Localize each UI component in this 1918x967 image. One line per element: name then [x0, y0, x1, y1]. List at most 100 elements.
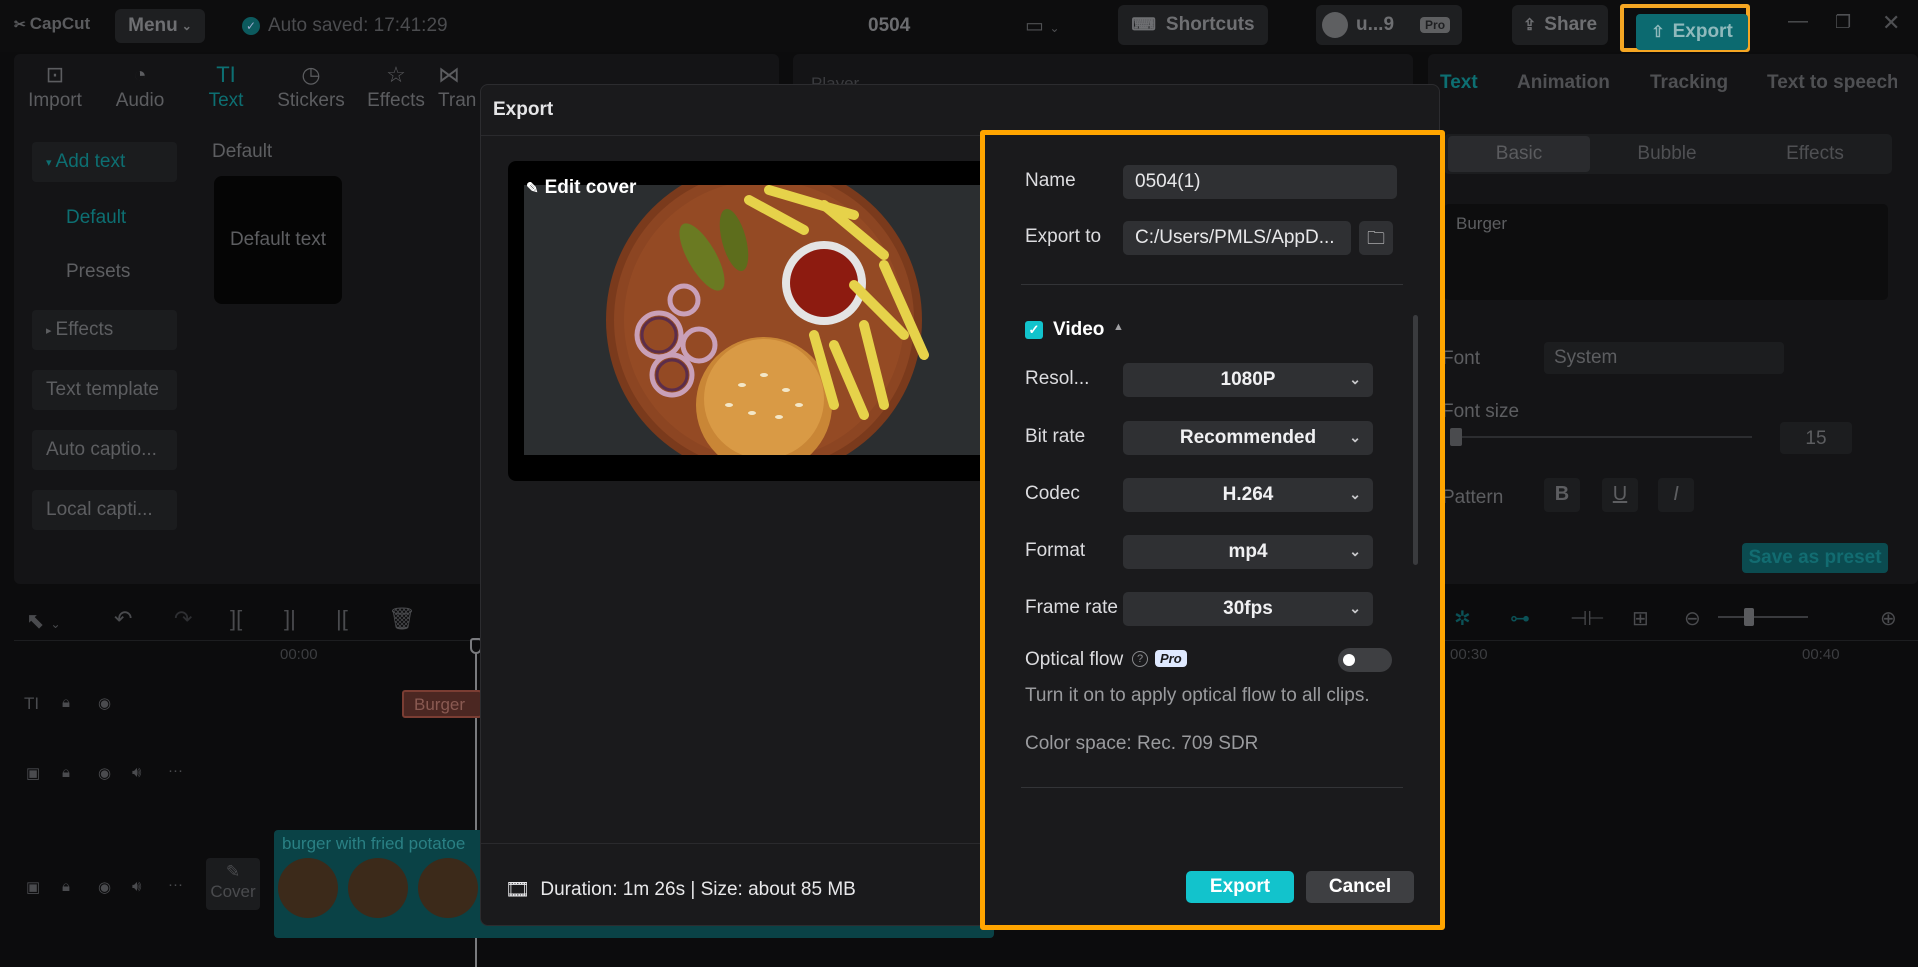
- format-label: Format: [1025, 540, 1086, 561]
- codec-select[interactable]: H.264 ⌄: [1123, 478, 1373, 512]
- tab-text[interactable]: TI Text: [186, 60, 266, 112]
- italic-icon[interactable]: I: [1658, 478, 1694, 512]
- color-space-info: Color space: Rec. 709 SDR: [1025, 733, 1259, 754]
- close-icon[interactable]: ✕: [1882, 10, 1900, 36]
- time-marker-30: 00:30: [1450, 646, 1488, 663]
- zoom-slider[interactable]: [1718, 616, 1808, 618]
- folder-icon[interactable]: 🗀: [1359, 221, 1393, 255]
- sidebar-item-effects[interactable]: ▸ Effects: [32, 310, 177, 350]
- help-icon[interactable]: ?: [1132, 651, 1148, 667]
- keyboard-icon: ⌨: [1131, 15, 1156, 34]
- export-button[interactable]: Export: [1186, 871, 1294, 903]
- split-right-icon[interactable]: |[: [336, 606, 348, 632]
- capcut-logo-icon: ✂: [14, 15, 26, 32]
- default-text-card[interactable]: Default text: [214, 176, 342, 304]
- video-checkbox[interactable]: ✓: [1025, 321, 1043, 339]
- font-size-slider-handle[interactable]: [1450, 428, 1462, 446]
- subtab-bubble[interactable]: Bubble: [1596, 136, 1738, 172]
- cover-button[interactable]: ✎ Cover: [206, 858, 260, 910]
- sidebar-item-text-template[interactable]: Text template: [32, 370, 177, 410]
- redo-icon[interactable]: ↷: [174, 606, 192, 632]
- zoom-in-icon[interactable]: ⊕: [1880, 606, 1897, 631]
- tab-animation[interactable]: Animation: [1517, 72, 1610, 94]
- link-icon[interactable]: ⊶: [1510, 606, 1530, 631]
- tab-import[interactable]: ⊡ Import: [15, 60, 95, 112]
- chevron-down-icon: ⌄: [1349, 543, 1361, 559]
- shortcuts-button[interactable]: ⌨ Shortcuts: [1118, 5, 1268, 45]
- cancel-button[interactable]: Cancel: [1306, 871, 1414, 903]
- share-button[interactable]: ⇪ Share: [1512, 5, 1608, 45]
- underline-icon[interactable]: U: [1602, 478, 1638, 512]
- font-label: Font: [1442, 348, 1481, 369]
- sidebar-item-default[interactable]: Default: [52, 198, 197, 238]
- eye-icon[interactable]: ◉: [98, 694, 111, 712]
- restore-icon[interactable]: ❐: [1835, 12, 1851, 33]
- screen-icon[interactable]: ⊞: [1632, 606, 1649, 631]
- export-top-button[interactable]: ⇧ Export: [1636, 14, 1748, 50]
- tab-audio[interactable]: ◔ Audio: [100, 60, 180, 112]
- subtab-effects[interactable]: Effects: [1744, 136, 1886, 172]
- format-select[interactable]: mp4 ⌄: [1123, 535, 1373, 569]
- volume-icon[interactable]: 🔊︎: [132, 764, 141, 781]
- more-icon[interactable]: ···: [168, 762, 183, 779]
- sidebar-item-add-text[interactable]: ▾ Add text: [32, 142, 177, 182]
- lock-icon[interactable]: 🔒︎: [62, 764, 70, 781]
- lock-icon[interactable]: 🔒︎: [62, 878, 70, 895]
- tab-text-props[interactable]: Text: [1440, 72, 1478, 94]
- framerate-select[interactable]: 30fps ⌄: [1123, 592, 1373, 626]
- bold-icon[interactable]: B: [1544, 478, 1580, 512]
- name-input[interactable]: 0504(1): [1123, 165, 1397, 199]
- sidebar-item-auto-captions[interactable]: Auto captio...: [32, 430, 177, 470]
- tab-text-to-speech[interactable]: Text to speech: [1767, 72, 1897, 94]
- tab-stickers[interactable]: ◷ Stickers: [271, 60, 351, 112]
- bitrate-select[interactable]: Recommended ⌄: [1123, 421, 1373, 455]
- volume-icon[interactable]: 🔊︎: [132, 878, 141, 895]
- codec-label: Codec: [1025, 483, 1080, 504]
- edit-cover-button[interactable]: ✎ Edit cover: [526, 177, 636, 199]
- settings-scrollbar[interactable]: [1413, 315, 1418, 565]
- sidebar-item-local-captions[interactable]: Local capti...: [32, 490, 177, 530]
- undo-icon[interactable]: ↶: [114, 606, 132, 632]
- eye-icon[interactable]: ◉: [98, 878, 111, 896]
- preview-axis-icon[interactable]: ⊣⊢: [1570, 606, 1605, 631]
- eye-icon[interactable]: ◉: [98, 764, 111, 782]
- delete-icon[interactable]: 🗑: [388, 606, 416, 632]
- cover-image: [524, 185, 1004, 455]
- menu-button[interactable]: Menu ⌄: [115, 9, 205, 43]
- tab-tracking[interactable]: Tracking: [1650, 72, 1728, 94]
- export-settings-panel: Name 0504(1) Export to C:/Users/PMLS/App…: [980, 130, 1445, 930]
- font-size-input[interactable]: 15: [1780, 422, 1852, 454]
- cover-preview[interactable]: ✎ Edit cover: [508, 161, 1008, 481]
- pro-badge: Pro: [1420, 17, 1451, 33]
- split-icon[interactable]: ][: [230, 606, 242, 632]
- dialog-title: Export: [493, 99, 554, 120]
- magnet-icon[interactable]: ✲: [1454, 606, 1471, 631]
- top-bar: ✂ CapCut Menu ⌄ ✓ Auto saved: 17:41:29 050…: [0, 0, 1918, 52]
- user-account-button[interactable]: u...9 Pro: [1316, 5, 1462, 45]
- zoom-slider-handle[interactable]: [1744, 608, 1754, 626]
- layout-icon[interactable]: ▭ ⌄: [1025, 13, 1060, 38]
- tab-effects[interactable]: ☆ Effects: [356, 60, 436, 112]
- subtab-basic[interactable]: Basic: [1448, 136, 1590, 172]
- section-divider: [1021, 787, 1403, 788]
- optical-flow-toggle[interactable]: [1338, 648, 1392, 672]
- more-icon[interactable]: ···: [168, 876, 183, 893]
- video-section-title: Video: [1053, 319, 1105, 340]
- tab-transitions[interactable]: ⋈ Tran: [438, 60, 478, 112]
- text-content-input[interactable]: Burger: [1444, 204, 1888, 300]
- sidebar-item-presets[interactable]: Presets: [52, 252, 197, 292]
- section-title: Default: [212, 141, 273, 162]
- resolution-select[interactable]: 1080P ⌄: [1123, 363, 1373, 397]
- font-select[interactable]: System: [1544, 342, 1784, 374]
- avatar: [1322, 12, 1348, 38]
- split-left-icon[interactable]: ]|: [284, 606, 296, 632]
- collapse-caret-icon[interactable]: ▲: [1113, 321, 1124, 333]
- minimize-icon[interactable]: —: [1788, 10, 1808, 33]
- zoom-out-icon[interactable]: ⊖: [1684, 606, 1701, 631]
- save-as-preset-button[interactable]: Save as preset: [1742, 543, 1888, 573]
- text-clip[interactable]: Burger: [402, 690, 482, 718]
- select-tool-icon[interactable]: ⬉ ⌄: [26, 608, 61, 634]
- font-size-slider[interactable]: [1452, 436, 1752, 438]
- lock-icon[interactable]: 🔒︎: [62, 694, 70, 711]
- export-path-input[interactable]: C:/Users/PMLS/AppD...: [1123, 221, 1351, 255]
